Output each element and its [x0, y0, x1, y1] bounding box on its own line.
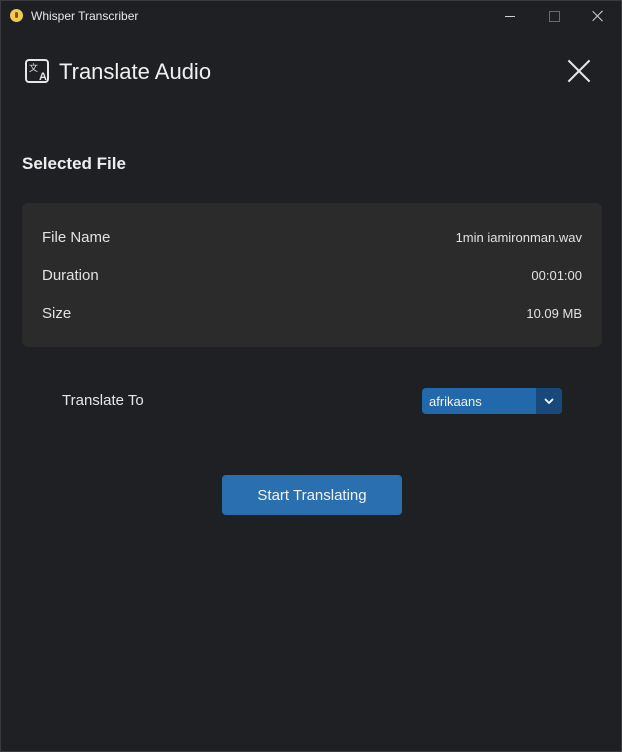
chevron-down-icon[interactable] — [536, 388, 562, 414]
window-title: Whisper Transcriber — [31, 9, 139, 23]
dialog-close-button[interactable] — [563, 55, 595, 87]
app-window: Whisper Transcriber 文A Translate Audio S… — [0, 0, 622, 752]
close-icon — [592, 10, 604, 22]
maximize-button[interactable] — [531, 1, 577, 31]
size-label: Size — [42, 304, 72, 322]
duration-row: Duration 00:01:00 — [42, 265, 582, 285]
file-name-label: File Name — [42, 228, 111, 246]
lightbulb-icon — [10, 9, 23, 22]
section-title: Selected File — [22, 154, 126, 173]
minimize-button[interactable] — [487, 1, 533, 31]
page-title: Translate Audio — [59, 59, 212, 84]
translate-to-label: Translate To — [62, 392, 144, 409]
start-translating-button[interactable]: Start Translating — [222, 475, 402, 515]
file-name-value: 1min iamironman.wav — [455, 229, 582, 245]
size-value: 10.09 MB — [526, 305, 582, 321]
language-select-value: afrikaans — [429, 393, 482, 409]
maximize-icon — [548, 10, 560, 22]
translate-icon: 文A — [25, 59, 49, 83]
duration-label: Duration — [42, 266, 99, 284]
window-close-button[interactable] — [575, 1, 621, 31]
language-select[interactable]: afrikaans — [422, 388, 562, 414]
minimize-icon — [505, 15, 515, 17]
duration-value: 00:01:00 — [531, 267, 582, 283]
file-info-card: File Name 1min iamironman.wav Duration 0… — [22, 203, 602, 347]
title-bar[interactable]: Whisper Transcriber — [1, 1, 621, 31]
size-row: Size 10.09 MB — [42, 303, 582, 323]
file-name-row: File Name 1min iamironman.wav — [42, 227, 582, 247]
